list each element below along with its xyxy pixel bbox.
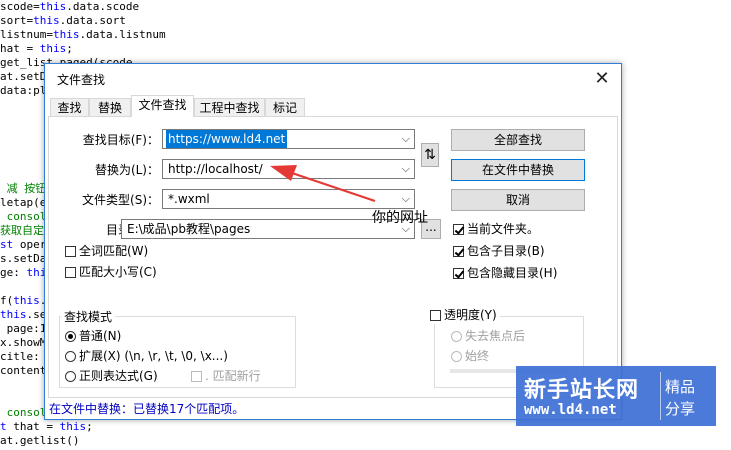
watermark-url: www.ld4.net (524, 402, 617, 418)
watermark-logo-text: 新手站长网 (524, 378, 640, 403)
tab-find-in-files[interactable]: 文件查找 (131, 95, 194, 117)
watermark-side-bottom: 分享 (665, 400, 696, 418)
watermark-side-top: 精品 (665, 378, 696, 396)
annotation-text: 你的网址 (372, 210, 428, 226)
